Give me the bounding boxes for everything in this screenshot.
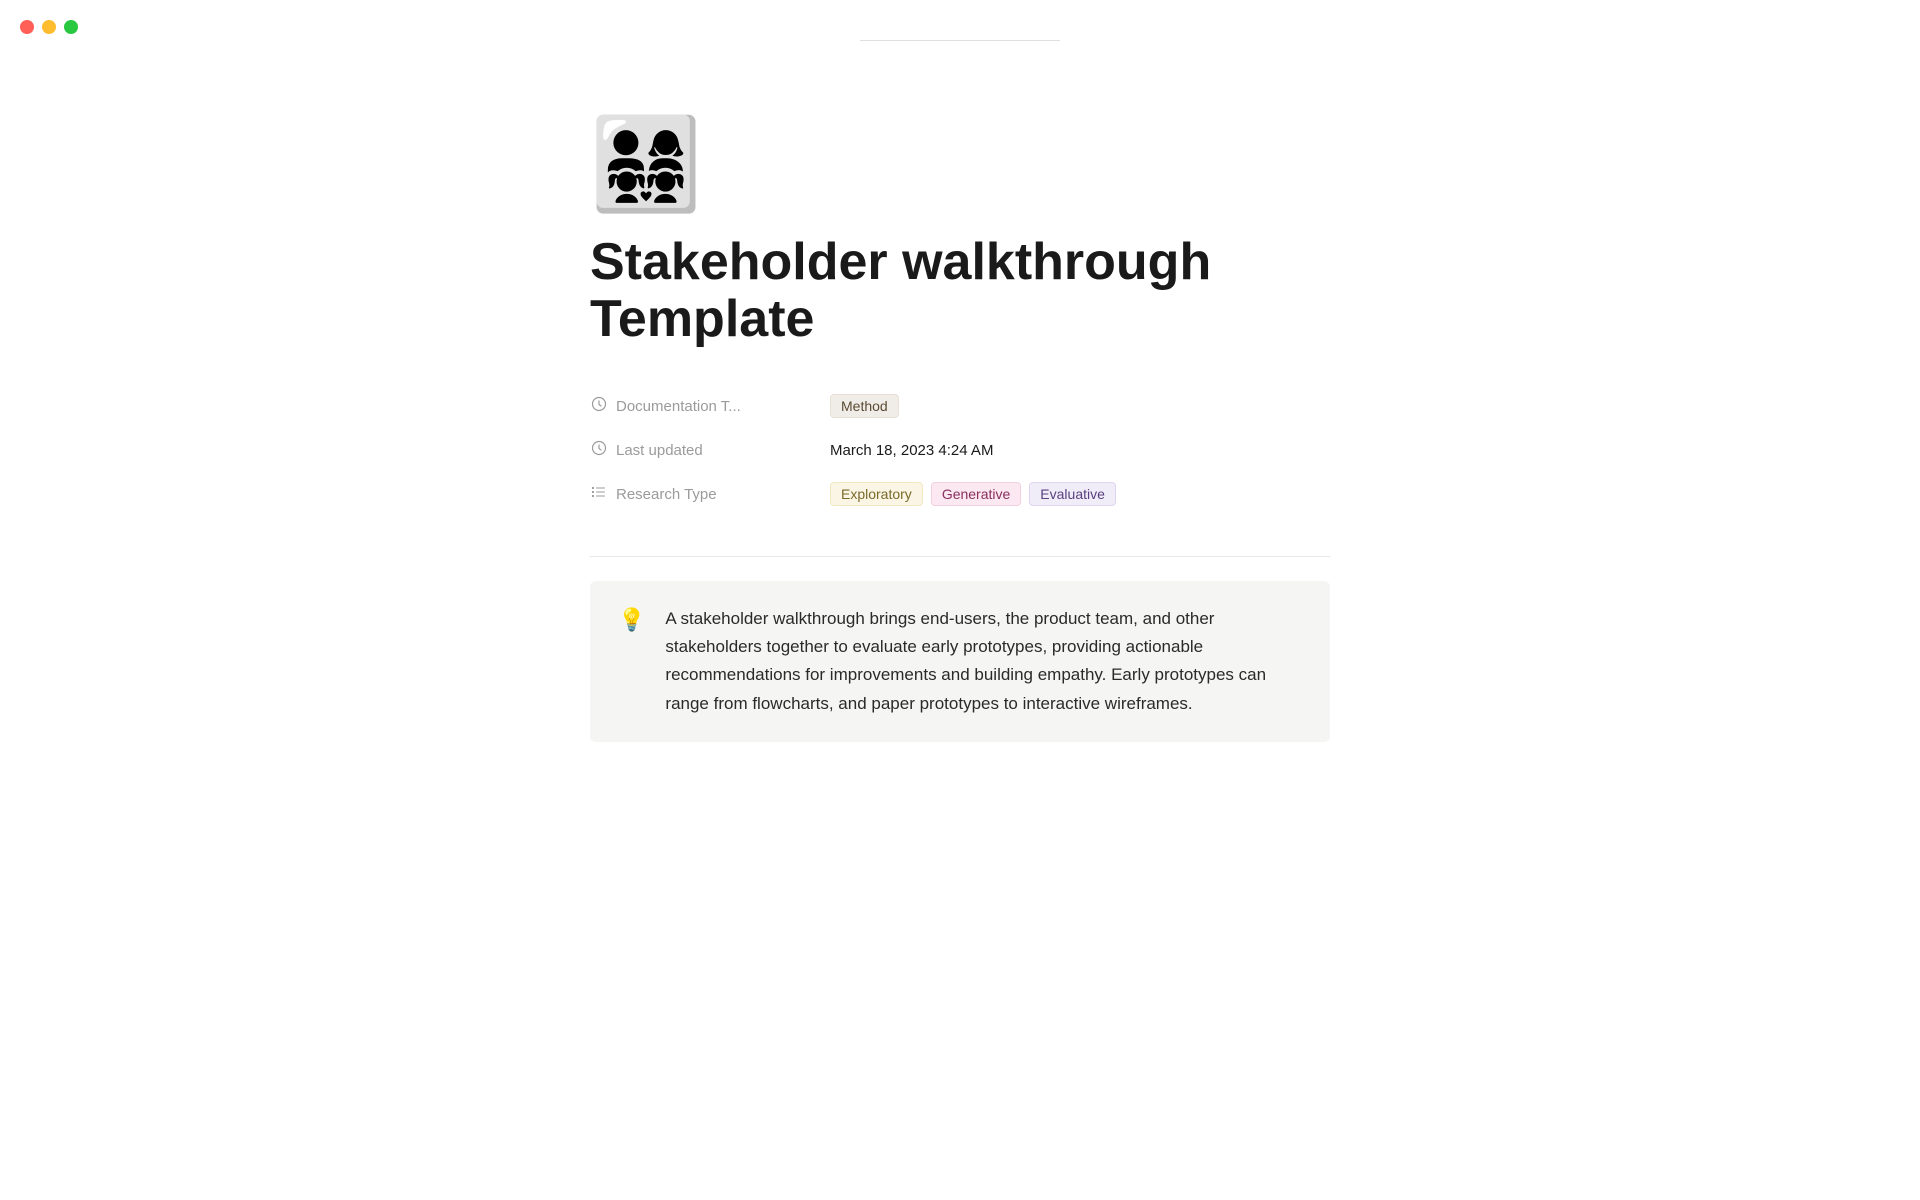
close-button[interactable]	[20, 20, 34, 34]
lightbulb-icon: 💡	[618, 607, 645, 633]
doc-type-label: Documentation T...	[616, 398, 741, 415]
top-divider	[860, 40, 1060, 41]
research-type-label: Research Type	[616, 486, 717, 503]
evaluative-tag[interactable]: Evaluative	[1029, 482, 1116, 506]
minimize-button[interactable]	[42, 20, 56, 34]
doc-type-value[interactable]: Method	[830, 394, 899, 418]
property-label-research-type[interactable]: Research Type	[590, 484, 830, 504]
last-updated-value: March 18, 2023 4:24 AM	[830, 442, 993, 459]
property-label-doc-type[interactable]: Documentation T...	[590, 396, 830, 416]
clock-icon	[590, 396, 608, 416]
property-label-last-updated[interactable]: Last updated	[590, 440, 830, 460]
last-updated-label: Last updated	[616, 442, 703, 459]
section-divider	[590, 556, 1330, 557]
last-updated-date: March 18, 2023 4:24 AM	[830, 442, 993, 459]
list-icon	[590, 484, 608, 504]
maximize-button[interactable]	[64, 20, 78, 34]
properties-section: Documentation T... Method Last updated M…	[590, 384, 1330, 516]
callout-text: A stakeholder walkthrough brings end-use…	[665, 605, 1302, 717]
main-content: 👨‍👩‍👧‍👧 Stakeholder walkthrough Template…	[510, 0, 1410, 822]
property-row-last-updated: Last updated March 18, 2023 4:24 AM	[590, 428, 1330, 472]
generative-tag[interactable]: Generative	[931, 482, 1021, 506]
window-controls	[20, 20, 78, 34]
method-tag[interactable]: Method	[830, 394, 899, 418]
callout-block: 💡 A stakeholder walkthrough brings end-u…	[590, 581, 1330, 741]
exploratory-tag[interactable]: Exploratory	[830, 482, 923, 506]
page-icon[interactable]: 👨‍👩‍👧‍👧	[590, 120, 1330, 210]
page-title[interactable]: Stakeholder walkthrough Template	[590, 234, 1330, 348]
research-type-tags[interactable]: Exploratory Generative Evaluative	[830, 482, 1116, 506]
clock-icon-2	[590, 440, 608, 460]
property-row-research-type: Research Type Exploratory Generative Eva…	[590, 472, 1330, 516]
property-row-doc-type: Documentation T... Method	[590, 384, 1330, 428]
